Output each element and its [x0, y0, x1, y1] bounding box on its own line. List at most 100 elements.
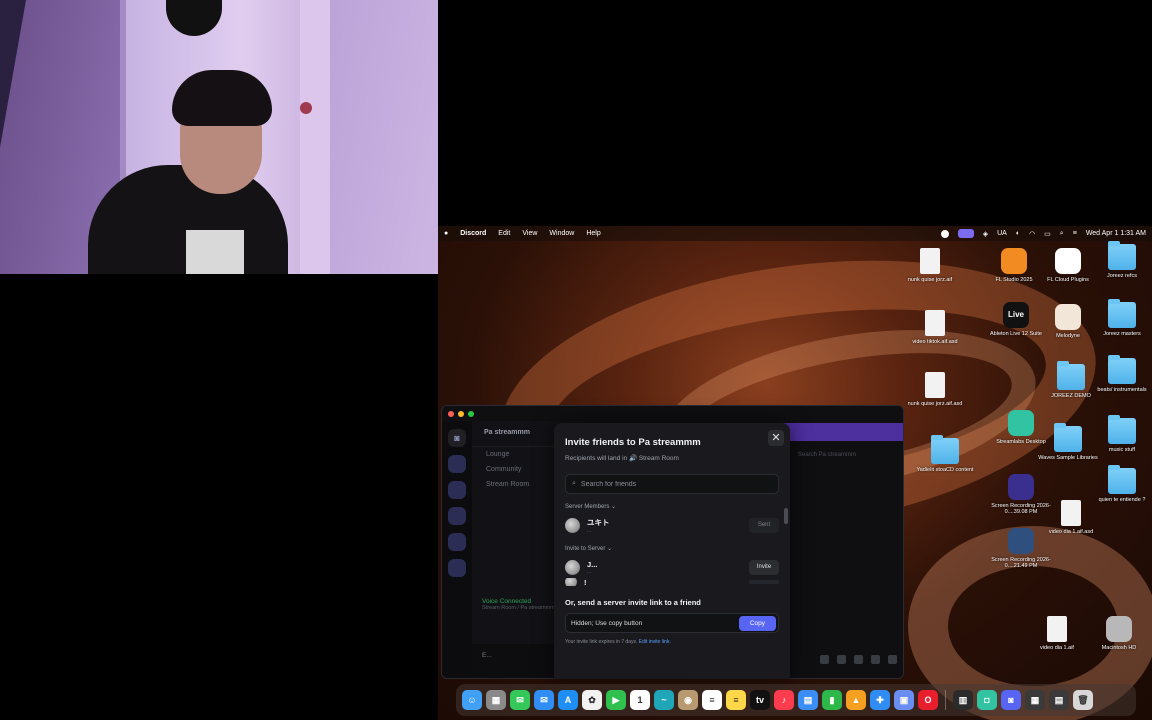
menu-view[interactable]: View [522, 230, 537, 237]
menu-clock[interactable]: Wed Apr 1 1:31 AM [1086, 230, 1146, 237]
desktop-icon-folder[interactable]: quien te entiende ? [1090, 465, 1152, 503]
desktop-icon-file[interactable]: nunk quise jorz.aif.asd [903, 372, 967, 407]
dock-contacts-icon[interactable]: ◉ [678, 690, 698, 710]
zoom-window-icon[interactable] [468, 410, 474, 417]
discord-status-icon[interactable] [957, 229, 974, 238]
dock-audio-mixer-icon[interactable]: ▥ [953, 690, 973, 710]
desktop-icon-file[interactable]: video tiktok.aif.asd [903, 310, 967, 345]
flstudio-status-icon[interactable]: ◈ [983, 230, 988, 238]
section-invite-to-server[interactable]: Invite to Server ⌄ [565, 545, 779, 552]
dock-trash-icon[interactable]: 🗑 [1073, 690, 1093, 710]
file-icon [925, 310, 945, 336]
desktop-icon-file[interactable]: nunk quise jorz.aif [898, 248, 962, 283]
menu-window[interactable]: Window [549, 230, 574, 237]
dock-mail-icon[interactable]: ✉ [534, 690, 554, 710]
dock-freeform-icon[interactable]: ~ [654, 690, 674, 710]
dock-documents-icon[interactable]: ▤ [1049, 690, 1069, 710]
control-center-icon[interactable]: ≡ [1073, 230, 1077, 237]
dock-opera-icon[interactable]: O [918, 690, 938, 710]
search-box[interactable]: Search Pa streammm [792, 446, 902, 464]
sent-button[interactable]: Sent [749, 517, 779, 533]
desktop-icon-app[interactable]: Macintosh HD [1087, 616, 1151, 651]
desktop-icon-label: beats/ instrumentals [1097, 387, 1147, 393]
dock-music-icon[interactable]: ♪ [774, 690, 794, 710]
user-name[interactable]: E... [482, 652, 492, 659]
server-icon[interactable] [448, 455, 466, 473]
dock-downloads-icon[interactable]: ▦ [1025, 690, 1045, 710]
dock-appstore-icon[interactable]: A [558, 690, 578, 710]
dock-finder-icon[interactable]: ☺ [462, 690, 482, 710]
friend-name: J... ... [587, 560, 597, 575]
control-icon[interactable]: ◐ [1016, 230, 1020, 237]
desktop-icon-folder[interactable]: Joreez refcs [1090, 241, 1152, 279]
list-scrollbar[interactable] [784, 508, 788, 524]
list-item: J... ... Invite [565, 556, 779, 578]
menu-bar-status: ◈ UA ◐ ◠ ▭ ⌕ ≡ Wed Apr 1 1:31 AM [940, 229, 1146, 238]
dock-numbers-icon[interactable]: ▮ [822, 690, 842, 710]
empty-canvas-top [438, 0, 1152, 226]
dock-appletv-icon[interactable]: tv [750, 690, 770, 710]
menu-edit[interactable]: Edit [498, 230, 510, 237]
server-icon[interactable] [448, 481, 466, 499]
invite-link-field[interactable]: Hidden; Use copy button Copy [565, 613, 779, 633]
dock-messages-icon[interactable]: ✉ [510, 690, 530, 710]
input-source-indicator[interactable]: UA [997, 230, 1007, 237]
close-modal-button[interactable]: ✕ [768, 430, 784, 446]
server-icon[interactable] [448, 507, 466, 525]
member-username: ... [587, 527, 592, 534]
dock-files-icon[interactable]: ▤ [798, 690, 818, 710]
desktop-icon-file[interactable]: video dia 1.aif [1025, 616, 1089, 651]
dock-discord-icon[interactable]: ◙ [1001, 690, 1021, 710]
menu-help[interactable]: Help [586, 230, 600, 237]
desktop-icon-label: Waves Sample Libraries [1038, 455, 1098, 461]
dock-reminders-icon[interactable]: ≡ [702, 690, 722, 710]
dock-launchpad-icon[interactable]: ▦ [486, 690, 506, 710]
dock-preview-icon[interactable]: ▣ [894, 690, 914, 710]
file-icon [1047, 616, 1067, 642]
section-server-members[interactable]: Server Members ⌄ [565, 503, 779, 510]
desktop-icon-folder[interactable]: music stuff [1090, 415, 1152, 453]
desktop-icon-folder[interactable]: Joreez masters [1090, 299, 1152, 337]
spotlight-search-icon[interactable]: ⌕ [1060, 230, 1064, 238]
server-icon[interactable] [448, 533, 466, 551]
copy-link-button[interactable]: Copy [738, 615, 776, 631]
dock-streamlabs-icon[interactable]: ◘ [977, 690, 997, 710]
record-status-icon[interactable] [940, 229, 949, 238]
server-list: ◙ [442, 421, 472, 678]
wifi-icon[interactable]: ◠ [1029, 230, 1035, 238]
settings-icon[interactable] [888, 655, 897, 664]
battery-icon[interactable]: ▭ [1044, 230, 1051, 238]
apple-menu-icon[interactable]: ● [444, 230, 448, 237]
minimize-window-icon[interactable] [458, 410, 464, 417]
desktop-icon-folder[interactable]: Yadielit stoaCD content [913, 435, 977, 473]
app-icon [1008, 528, 1034, 554]
desktop-icon-label: JOREEZ DEMO [1051, 393, 1091, 399]
app-icon [1106, 616, 1132, 642]
discord-home-icon[interactable]: ◙ [448, 429, 466, 447]
dock-xcode-icon[interactable]: ✚ [870, 690, 890, 710]
edit-invite-link[interactable]: Edit invite link. [639, 639, 671, 645]
dock-calendar-icon[interactable]: 1 [630, 690, 650, 710]
camera-icon[interactable] [820, 655, 829, 664]
friend-search-field[interactable]: ⌕ [565, 474, 779, 494]
soundboard-icon[interactable] [871, 655, 880, 664]
close-window-icon[interactable] [448, 410, 454, 417]
app-icon [1008, 474, 1034, 500]
desktop-icon-label: Macintosh HD [1101, 645, 1137, 651]
desktop-icon-label: video dia 1.aif [1040, 645, 1074, 651]
friend-search-input[interactable] [580, 480, 761, 488]
dock-photos-icon[interactable]: ✿ [582, 690, 602, 710]
desktop-icon-folder[interactable]: beats/ instrumentals [1090, 355, 1152, 393]
dock-facetime-icon[interactable]: ▶ [606, 690, 626, 710]
invite-button[interactable]: Invite [749, 559, 779, 575]
dock-keynote-icon[interactable]: ▲ [846, 690, 866, 710]
screen: ● Discord Edit View Window Help ◈ UA ◐ ◠… [0, 0, 1152, 720]
menu-app-name[interactable]: Discord [460, 230, 486, 237]
invite-button[interactable] [749, 580, 779, 584]
screen-share-icon[interactable] [837, 655, 846, 664]
server-icon[interactable] [448, 559, 466, 577]
modal-subtitle: Recipients will land in 🔊 Stream Room [565, 455, 679, 462]
dock-notes-icon[interactable]: ≡ [726, 690, 746, 710]
desktop-icon-app[interactable]: Screen Recording 2026-0....21.49 PM [989, 528, 1053, 570]
activity-icon[interactable] [854, 655, 863, 664]
